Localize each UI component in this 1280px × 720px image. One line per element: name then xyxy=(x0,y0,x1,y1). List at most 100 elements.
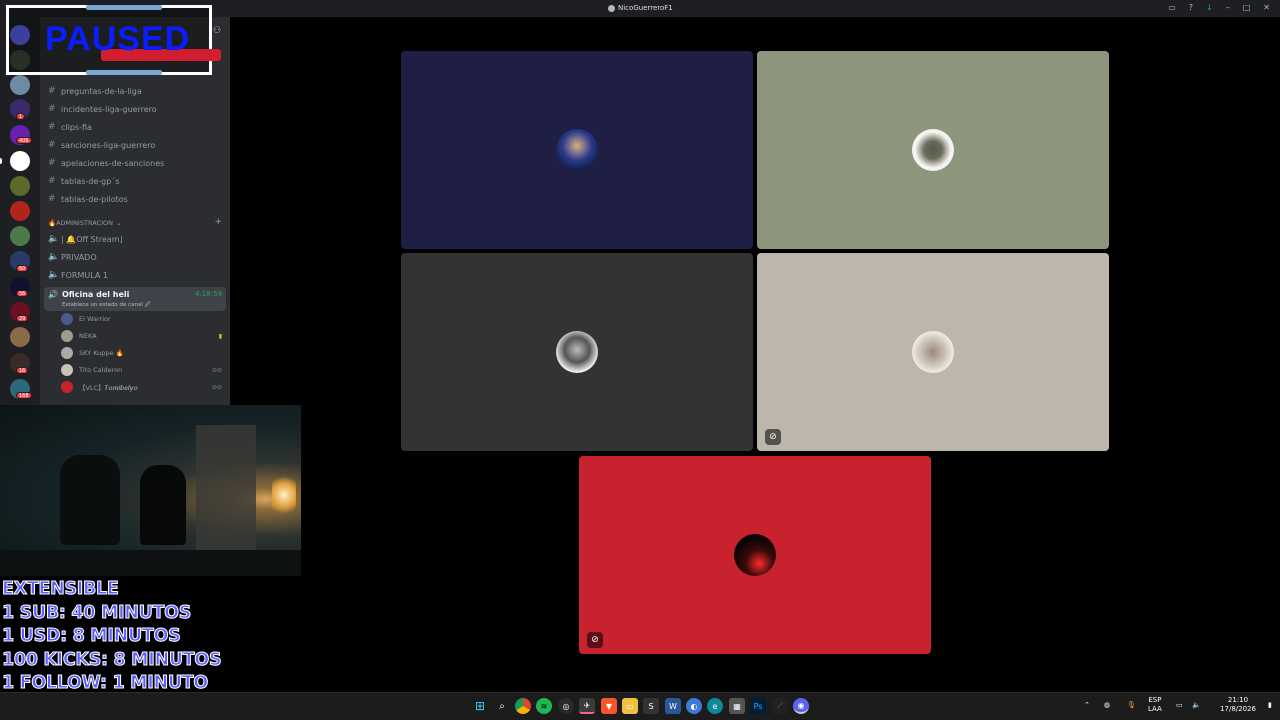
text-channel[interactable]: # apelaciones-de-sanciones xyxy=(48,158,164,168)
download-icon[interactable]: ↓ xyxy=(1206,3,1213,12)
voice-user[interactable]: El Warrior xyxy=(61,313,111,325)
tray-overflow-icon[interactable]: ⌃ xyxy=(1084,701,1090,710)
video-tile[interactable] xyxy=(401,51,753,249)
window-title-text: NicoGuerreroF1 xyxy=(618,4,673,12)
voice-user[interactable]: Tito Calderon xyxy=(61,364,122,376)
unread-pill xyxy=(0,158,2,164)
text-channel[interactable]: # sanciones-liga-guerrero xyxy=(48,140,155,150)
server-icon[interactable] xyxy=(10,201,30,221)
search-icon[interactable]: ⌕ xyxy=(494,698,510,714)
notifications-icon[interactable]: ▮ xyxy=(1268,701,1272,710)
store-icon[interactable]: ▦ xyxy=(729,698,745,714)
video-tile[interactable]: ⊘ xyxy=(579,456,931,654)
camera-off-icon: ⊘ xyxy=(765,429,781,445)
taskbar: ⊞ ⌕ ≋ ◎ ✈ ▼ ▭ S W ◐ e ▦ Ps ⟋ ◉ ⌃ ◍ 🎙 ESP… xyxy=(0,692,1280,720)
microphone-icon[interactable]: 🎙 xyxy=(1127,701,1136,710)
overlay-bar xyxy=(86,5,162,10)
mention-badge: 29 xyxy=(16,315,29,322)
voice-user[interactable]: 【VLC】𝑻𝒐𝒎𝒊𝒃𝒆𝒍𝒚𝒐 xyxy=(61,381,138,393)
overlay-bar xyxy=(86,70,162,75)
text-channel[interactable]: # incidentes-liga-guerrero xyxy=(48,104,157,114)
mention-badge: 406 xyxy=(16,137,32,144)
webcam-door xyxy=(196,425,256,555)
maximize-button[interactable]: □ xyxy=(1243,3,1251,12)
file-explorer-icon[interactable]: ▭ xyxy=(622,698,638,714)
photoshop-icon[interactable]: Ps xyxy=(750,698,766,714)
add-channel-icon[interactable]: + xyxy=(214,217,222,227)
text-channel[interactable]: # preguntas-de-la-liga xyxy=(48,86,142,96)
window-title: NicoGuerreroF1 xyxy=(608,4,673,12)
steam-icon[interactable]: ◎ xyxy=(558,698,574,714)
inbox-icon[interactable]: ▭ xyxy=(1168,3,1176,12)
video-tile[interactable] xyxy=(401,253,753,451)
avatar xyxy=(61,381,73,393)
language-indicator[interactable]: ESP LAA xyxy=(1148,696,1162,714)
active-voice-channel[interactable]: 🔊 Oficina del heli Establece un estado d… xyxy=(44,287,226,311)
server-icon[interactable] xyxy=(10,151,30,171)
webcam-desk xyxy=(0,550,301,576)
hashtag-icon: # xyxy=(48,140,56,150)
mention-badge: 1 xyxy=(16,113,26,120)
speaker-icon: 🔈 xyxy=(48,234,60,244)
hashtag-icon: # xyxy=(48,194,56,204)
webcam-chair xyxy=(140,465,186,545)
server-rail: 1 406 60 56 29 16 168 xyxy=(0,17,40,405)
voice-channel[interactable]: 🔈 | 🔔Off Stream⌋ xyxy=(48,234,123,244)
network-icon[interactable]: ▭ xyxy=(1176,701,1183,710)
add-member-icon[interactable]: ⚇ xyxy=(213,26,221,36)
text-channel[interactable]: # tablas-de-gp´s xyxy=(48,176,120,186)
start-icon[interactable]: ⊞ xyxy=(472,698,488,714)
app-icon[interactable]: S xyxy=(643,698,659,714)
help-icon[interactable]: ? xyxy=(1189,3,1193,12)
avatar xyxy=(912,331,954,373)
server-icon[interactable] xyxy=(10,327,30,347)
discord-logo-icon xyxy=(608,4,615,12)
volume-icon[interactable]: 🔈 xyxy=(1192,701,1201,710)
voice-channel[interactable]: 🔈 FORMULA 1 xyxy=(48,270,108,280)
app-icon[interactable]: ◐ xyxy=(686,698,702,714)
app-icon[interactable]: ⟋ xyxy=(772,698,788,714)
server-icon[interactable] xyxy=(10,75,30,95)
hashtag-icon: # xyxy=(48,104,56,114)
speaker-icon: 🔈 xyxy=(48,270,60,280)
avatar xyxy=(912,129,954,171)
tray-app-icon[interactable]: ◍ xyxy=(1104,701,1110,710)
brave-icon[interactable]: ▼ xyxy=(601,698,617,714)
mention-badge: 60 xyxy=(16,265,29,272)
spotify-icon[interactable]: ≋ xyxy=(536,698,552,714)
paused-overlay: PAUSED xyxy=(6,5,221,75)
video-icon: ▮ xyxy=(218,333,222,340)
clock[interactable]: 21:10 17/8/2026 xyxy=(1212,696,1264,714)
hashtag-icon: # xyxy=(48,176,56,186)
avatar xyxy=(734,534,776,576)
speaker-icon: 🔈 xyxy=(48,252,60,262)
obs-icon[interactable]: ✈ xyxy=(579,698,595,714)
close-button[interactable]: ✕ xyxy=(1263,3,1270,12)
webcam-chair xyxy=(60,455,120,545)
text-channel[interactable]: # tablas-de-pilotos xyxy=(48,194,128,204)
avatar xyxy=(61,313,73,325)
webcam-feed xyxy=(0,405,301,576)
category-header[interactable]: 🔥ADMINISTRACION ⌄ xyxy=(48,219,121,227)
video-tile[interactable]: ⊘ xyxy=(757,253,1109,451)
voice-user[interactable]: NEKA xyxy=(61,330,97,342)
edge-icon[interactable]: e xyxy=(707,698,723,714)
video-tile[interactable] xyxy=(757,51,1109,249)
discord-icon[interactable]: ◉ xyxy=(793,698,809,714)
text-channel[interactable]: # clips-fia xyxy=(48,122,92,132)
voice-channel[interactable]: 🔈 PRIVADO xyxy=(48,252,97,262)
server-icon[interactable] xyxy=(10,226,30,246)
muted-deafened-icon: ⊘⊘ xyxy=(211,384,222,391)
camera-off-icon: ⊘ xyxy=(587,632,603,648)
subathon-rules: EXTENSIBLE 1 SUB: 40 MINUTOS 1 USD: 8 MI… xyxy=(2,578,224,694)
server-icon[interactable] xyxy=(10,176,30,196)
word-icon[interactable]: W xyxy=(665,698,681,714)
hashtag-icon: # xyxy=(48,158,56,168)
avatar xyxy=(556,129,598,171)
minimize-button[interactable]: – xyxy=(1226,3,1230,12)
muted-deafened-icon: ⊘⊘ xyxy=(211,367,222,374)
channel-status-prompt[interactable]: Establece un estado de canal 🖉 xyxy=(62,301,151,310)
subathon-title: EXTENSIBLE xyxy=(2,579,120,600)
voice-user[interactable]: SKY Kuppe 🔥 xyxy=(61,347,124,359)
chrome-icon[interactable] xyxy=(515,698,531,714)
